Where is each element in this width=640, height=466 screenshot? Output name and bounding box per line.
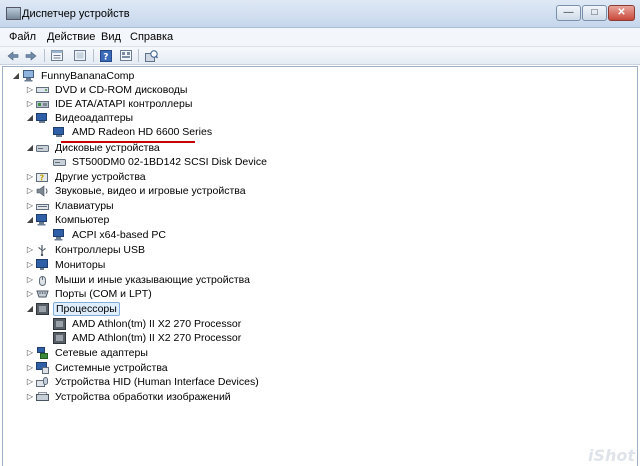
- expand-arrow-icon[interactable]: ▷: [25, 375, 35, 389]
- tree-node-label: Мониторы: [55, 259, 106, 271]
- back-arrow-icon[interactable]: [6, 49, 20, 62]
- tree-node-label: Контроллеры USB: [55, 244, 145, 256]
- tree-leaf-label: AMD Athlon(tm) II X2 270 Processor: [72, 318, 242, 330]
- tree-root-label: FunnyBananaComp: [41, 70, 135, 82]
- expand-arrow-icon[interactable]: ▷: [25, 199, 35, 213]
- tree-node-label: Видеоадаптеры: [55, 112, 134, 124]
- tree-node-label: Системные устройства: [55, 362, 168, 374]
- collapse-arrow-icon[interactable]: ◢: [11, 69, 21, 83]
- usb-icon: [36, 244, 49, 257]
- title-bar: Диспетчер устройств — □ ✕: [0, 0, 640, 28]
- tree-leaf-label: AMD Athlon(tm) II X2 270 Processor: [72, 332, 242, 344]
- tree-node-label: Компьютер: [55, 214, 110, 226]
- speaker-icon: [36, 185, 49, 197]
- tree-node-label: Порты (COM и LPT): [55, 288, 152, 300]
- menu-action[interactable]: Действие: [45, 30, 97, 44]
- menu-bar: Файл Действие Вид Справка: [0, 28, 640, 47]
- svg-text:?: ?: [40, 174, 45, 183]
- expand-arrow-icon[interactable]: ▷: [25, 170, 35, 184]
- toolbar-separator: [44, 49, 45, 62]
- expand-arrow-icon[interactable]: ▷: [25, 258, 35, 272]
- display-adapter-icon: [53, 126, 66, 138]
- tree-node-label: Устройства HID (Human Interface Devices): [55, 376, 259, 388]
- tree-node-label: Дисковые устройства: [55, 142, 160, 154]
- imaging-device-icon: [36, 391, 49, 403]
- disk-drive-icon: [36, 142, 49, 154]
- computer-icon: [22, 70, 35, 82]
- tree-leaf-label: ACPI x64-based PC: [72, 229, 166, 241]
- tree-node-label: Сетевые адаптеры: [55, 347, 148, 359]
- svg-text:?: ?: [103, 52, 108, 62]
- device-tree: ◢ FunnyBananaComp ▷ DVD и CD-ROM дисково…: [2, 66, 638, 466]
- tree-leaf-label: AMD Radeon HD 6600 Series: [72, 126, 213, 138]
- tree-node-label: Клавиатуры: [55, 200, 114, 212]
- collapse-arrow-icon[interactable]: ◢: [25, 141, 35, 155]
- toolbar: ?: [0, 47, 640, 65]
- tree-node-label: Звуковые, видео и игровые устройства: [55, 185, 246, 197]
- tree-leaf-label: ST500DM0 02-1BD142 SCSI Disk Device: [72, 156, 267, 168]
- tree-node-label-selected: Процессоры: [53, 302, 120, 316]
- toolbar-separator: [93, 49, 94, 62]
- view-resources-icon[interactable]: [119, 49, 133, 62]
- disk-drive-icon: [53, 156, 66, 168]
- processor-icon: [53, 318, 66, 330]
- tree-node-label: Мыши и иные указывающие устройства: [55, 274, 250, 286]
- dvd-drive-icon: [36, 84, 49, 96]
- network-adapter-icon: [36, 347, 49, 359]
- display-adapter-icon: [36, 112, 49, 124]
- menu-help[interactable]: Справка: [128, 30, 175, 44]
- ide-controller-icon: [36, 98, 49, 110]
- forward-arrow-icon[interactable]: [24, 49, 38, 62]
- collapse-arrow-icon[interactable]: ◢: [25, 213, 35, 227]
- close-button[interactable]: ✕: [608, 5, 635, 21]
- port-icon: [36, 288, 49, 300]
- expand-arrow-icon[interactable]: ▷: [25, 97, 35, 111]
- expand-arrow-icon[interactable]: ▷: [25, 361, 35, 375]
- menu-view[interactable]: Вид: [99, 30, 123, 44]
- watermark: iShot: [587, 446, 635, 465]
- expand-arrow-icon[interactable]: ▷: [25, 287, 35, 301]
- expand-arrow-icon[interactable]: ▷: [25, 346, 35, 360]
- tree-node-label: Устройства обработки изображений: [55, 391, 231, 403]
- hid-device-icon: [36, 376, 49, 388]
- expand-arrow-icon[interactable]: ▷: [25, 243, 35, 257]
- tree-node-label: IDE ATA/ATAPI контроллеры: [55, 98, 193, 110]
- expand-arrow-icon[interactable]: ▷: [25, 390, 35, 404]
- collapse-arrow-icon[interactable]: ◢: [25, 111, 35, 125]
- help-icon[interactable]: ?: [99, 49, 113, 62]
- show-hidden-icon[interactable]: [73, 49, 87, 62]
- expand-arrow-icon[interactable]: ▷: [25, 83, 35, 97]
- scan-hardware-icon[interactable]: [144, 49, 158, 62]
- computer-icon: [53, 229, 66, 241]
- expand-arrow-icon[interactable]: ▷: [25, 273, 35, 287]
- window-title: Диспетчер устройств: [22, 8, 130, 20]
- processor-icon: [36, 303, 49, 315]
- menu-file[interactable]: Файл: [7, 30, 38, 44]
- expand-arrow-icon[interactable]: ▷: [25, 184, 35, 198]
- monitor-icon: [36, 259, 49, 271]
- processor-icon: [53, 332, 66, 344]
- tree-node-label: Другие устройства: [55, 171, 146, 183]
- toolbar-separator: [138, 49, 139, 62]
- device-manager-icon: [6, 7, 21, 20]
- system-devices-icon: [36, 362, 49, 374]
- keyboard-icon: [36, 200, 49, 212]
- computer-icon: [36, 214, 49, 226]
- unknown-device-icon: ?: [36, 171, 49, 183]
- tree-node-label: DVD и CD-ROM дисководы: [55, 84, 188, 96]
- minimize-button[interactable]: —: [556, 5, 581, 21]
- mouse-icon: [36, 274, 49, 286]
- collapse-arrow-icon[interactable]: ◢: [25, 302, 35, 316]
- properties-icon[interactable]: [50, 49, 64, 62]
- maximize-button[interactable]: □: [582, 5, 607, 21]
